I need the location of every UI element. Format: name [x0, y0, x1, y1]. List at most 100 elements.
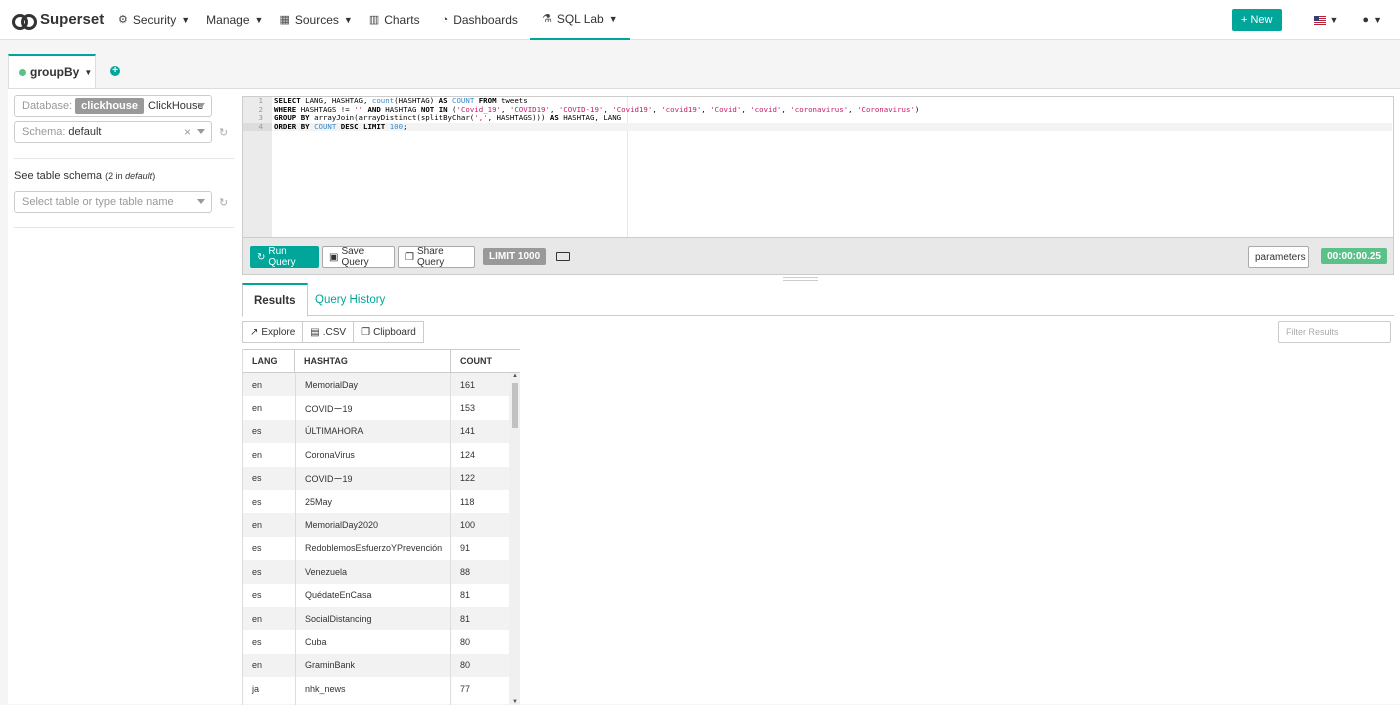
table-row: en GraminBank 80 — [243, 653, 509, 678]
results-actions: ↗ Explore ▤ .CSV ❐ Clipboard — [242, 321, 424, 343]
cell-hashtag: MemorialDay — [305, 379, 359, 390]
cell-hashtag: ÚLTIMAHORA — [305, 426, 364, 437]
limit-dropdown[interactable]: LIMIT 1000 — [483, 248, 547, 265]
table-schema-schema-name: default — [125, 171, 153, 181]
cell-count: 122 — [460, 473, 476, 484]
chevron-down-icon: ▼ — [343, 14, 353, 25]
refresh-icon[interactable]: ↻ — [219, 196, 228, 209]
scroll-down-icon[interactable]: ▼ — [512, 699, 518, 705]
brand[interactable]: Superset — [0, 11, 110, 30]
cell-count: 118 — [460, 496, 475, 507]
cell-count: 81 — [460, 590, 471, 601]
brand-name: Superset — [40, 11, 105, 28]
refresh-icon: ↻ — [257, 251, 266, 263]
keyboard-icon[interactable] — [556, 252, 570, 261]
share-query-button[interactable]: ❐ Share Query — [398, 246, 475, 268]
table-row: en SocialDistancing 81 — [243, 606, 509, 631]
cell-lang: en — [252, 613, 263, 624]
nav-sources[interactable]: ▦ Sources ▼ — [271, 0, 360, 40]
table-row: en MemorialDay2020 100 — [243, 513, 509, 537]
sql-editor[interactable]: 1 2 3 4 SELECT LANG, HASHTAG, count(HASH… — [242, 96, 1394, 238]
scroll-up-icon[interactable]: ▲ — [512, 373, 518, 379]
clipboard-label: Clipboard — [373, 326, 416, 338]
table-scrollbar[interactable]: ▲ ▼ — [509, 373, 520, 705]
filter-results-input[interactable]: Filter Results — [1278, 321, 1391, 343]
explore-button[interactable]: ↗ Explore — [242, 321, 304, 343]
cell-lang: es — [252, 543, 262, 554]
chevron-down-icon: ▼ — [608, 13, 618, 24]
dashboard-icon: ◔ — [441, 13, 449, 26]
cell-lang: en — [252, 379, 263, 390]
csv-label: .CSV — [322, 326, 347, 338]
table-schema-title: See table schema (2 in default) — [14, 170, 155, 182]
line-number: 3 — [258, 113, 263, 122]
nav-security-label: Security — [132, 12, 177, 27]
database-value: ClickHouse — [148, 100, 204, 112]
cell-hashtag: SocialDistancing — [305, 613, 372, 624]
cell-lang: ja — [252, 683, 260, 694]
add-tab-icon[interactable]: + — [110, 66, 120, 76]
database-label: Database: — [22, 100, 73, 112]
database-badge: clickhouse — [75, 98, 145, 114]
column-header-count[interactable]: COUNT — [451, 350, 520, 372]
line-number: 2 — [258, 104, 263, 114]
cell-count: 100 — [460, 520, 476, 531]
gear-icon: ⚙ — [118, 14, 128, 26]
run-query-label: Run Query — [268, 246, 296, 268]
nav-sql-lab[interactable]: ⚗ SQL Lab ▼ — [529, 0, 630, 40]
column-header-hashtag[interactable]: HASHTAG — [295, 350, 451, 372]
explore-label: Explore — [261, 326, 296, 338]
nav-charts[interactable]: ▥ Charts — [361, 0, 428, 40]
clear-icon[interactable]: × — [184, 125, 191, 139]
schema-value: default — [68, 126, 102, 138]
table-row: es 25May 118 — [243, 490, 509, 513]
new-button[interactable]: + New — [1232, 9, 1282, 31]
cell-count: 124 — [460, 449, 476, 460]
schema-select[interactable]: Schema: default × — [14, 121, 212, 143]
cell-hashtag: CoronaVirus — [305, 449, 355, 460]
bar-chart-icon: ▥ — [368, 14, 380, 26]
chevron-down-icon: ▼ — [254, 14, 264, 25]
nav-dashboards[interactable]: ◔ Dashboards — [428, 0, 526, 40]
status-dot — [19, 68, 26, 76]
cell-hashtag: RedoblemosEsfuerzoYPrevención — [305, 543, 443, 554]
cell-count: 80 — [460, 636, 471, 647]
cell-lang: en — [252, 660, 263, 671]
nav-manage[interactable]: Manage ▼ — [198, 0, 271, 40]
table-row: es COVIDー19 122 — [243, 466, 509, 490]
cell-hashtag: COVIDー19 — [305, 403, 353, 414]
tab-query-history[interactable]: Query History — [304, 283, 396, 316]
run-query-button[interactable]: ↻ Run Query — [250, 246, 319, 268]
tab-results[interactable]: Results — [242, 283, 308, 317]
user-menu[interactable]: ● ▼ — [1362, 14, 1382, 26]
database-select[interactable]: Database: clickhouse ClickHouse — [14, 95, 212, 117]
table-row: en COVIDー19 153 — [243, 396, 509, 419]
clipboard-button[interactable]: ❐ Clipboard — [353, 321, 424, 343]
cell-count: 161 — [460, 379, 476, 390]
query-tab-groupby[interactable]: groupBy ▼ — [8, 54, 96, 88]
cell-lang: es — [252, 426, 262, 437]
chevron-down-icon: ▼ — [1373, 15, 1382, 25]
table-select[interactable]: Select table or type table name — [14, 191, 212, 213]
column-header-lang[interactable]: LANG — [243, 350, 295, 372]
table-row: es RedoblemosEsfuerzoYPrevención 91 — [243, 537, 509, 560]
csv-button[interactable]: ▤ .CSV — [302, 321, 355, 343]
language-picker[interactable]: ▼ — [1313, 15, 1338, 25]
divider — [14, 227, 234, 228]
cell-lang: en — [252, 520, 263, 531]
parameters-button[interactable]: parameters — [1248, 246, 1309, 268]
editor-code[interactable]: SELECT LANG, HASHTAG, count(HASHTAG) AS … — [274, 96, 1392, 131]
save-query-label: Save Query — [341, 246, 369, 268]
caret-down-icon — [197, 129, 205, 134]
scrollbar-thumb[interactable] — [512, 383, 518, 428]
resize-handle[interactable] — [783, 277, 818, 281]
table-row: en MemorialDay 161 — [243, 373, 509, 397]
table-row: ja nhk_news 77 — [243, 677, 509, 700]
schema-label: Schema: — [22, 126, 66, 138]
refresh-icon[interactable]: ↻ — [219, 126, 228, 139]
query-tab-label: groupBy — [30, 65, 80, 79]
code-line: ORDER BY COUNT DESC LIMIT 100; — [274, 122, 1392, 131]
nav-security[interactable]: ⚙ Security ▼ — [110, 0, 198, 40]
save-query-button[interactable]: ▣ Save Query — [322, 246, 395, 268]
editor-gutter: 1 2 3 4 — [243, 96, 272, 237]
